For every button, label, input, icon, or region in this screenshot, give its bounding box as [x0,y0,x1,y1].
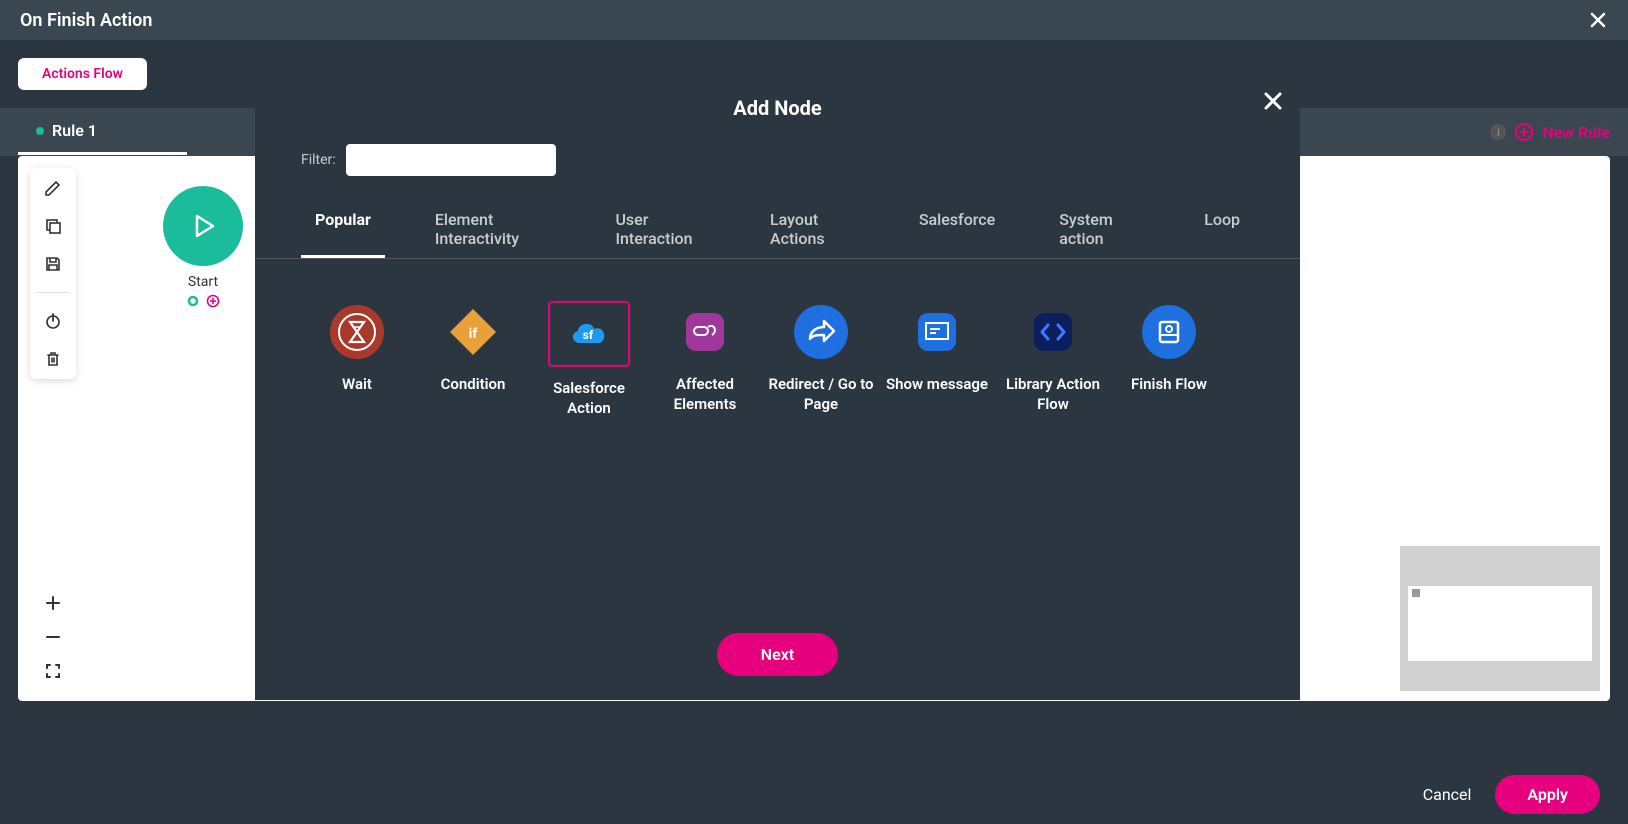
header-title: On Finish Action [20,10,152,31]
zoom-toolbar [30,585,76,689]
start-label: Start [188,274,218,290]
next-button[interactable]: Next [717,633,838,676]
message-icon [910,305,964,359]
nodes-grid: Wait if Condition sf Salesforce ActionAffect… [255,259,1300,418]
node-finish-flow[interactable]: Finish Flow [1113,301,1225,418]
new-rule-label: New Rule [1542,123,1610,142]
save-icon[interactable] [43,254,63,274]
category-tab-system-action[interactable]: System action [1045,200,1154,258]
filter-input[interactable] [346,144,556,176]
cloud-sf-icon: sf [562,307,616,361]
node-label: Wait [342,375,372,395]
edit-icon[interactable] [43,178,63,198]
node-label: Salesforce Action [533,379,645,418]
code-brackets-icon [1026,305,1080,359]
rule-status-dot [36,127,44,135]
start-plus-icon[interactable] [206,294,220,308]
node-label: Show message [886,375,988,395]
expand-icon[interactable] [43,661,63,681]
actions-flow-button[interactable]: Actions Flow [18,58,147,90]
left-toolbar [30,168,76,379]
node-condition[interactable]: if Condition [417,301,529,418]
node-label: Affected Elements [649,375,761,414]
hourglass-icon [330,305,384,359]
zoom-out-icon[interactable] [43,627,63,647]
category-tab-user-interaction[interactable]: User Interaction [601,200,720,258]
node-salesforce-action[interactable]: sf Salesforce Action [533,301,645,418]
delete-icon[interactable] [43,349,63,369]
filter-label: Filter: [301,152,336,168]
stop-icon [1142,305,1196,359]
plus-circle-icon [1514,122,1534,142]
minimap[interactable] [1400,546,1600,691]
hand-icon [678,305,732,359]
rule-tab[interactable]: Rule 1 [18,109,187,155]
new-rule-button[interactable]: i New Rule [1490,122,1610,142]
category-tab-element-interactivity[interactable]: Element Interactivity [421,200,566,258]
diamond-icon: if [446,305,500,359]
node-label: Finish Flow [1131,375,1207,395]
node-label: Condition [441,375,506,395]
modal-title: Add Node [255,96,1300,120]
node-label: Redirect / Go to Page [765,375,877,414]
modal-close-icon[interactable] [1262,90,1284,112]
info-icon: i [1490,124,1506,140]
node-affected-elements[interactable]: Affected Elements [649,301,761,418]
category-tab-loop[interactable]: Loop [1190,200,1254,258]
filter-row: Filter: [255,144,1300,200]
apply-button[interactable]: Apply [1495,775,1600,814]
start-circle[interactable] [163,186,243,266]
node-library-action-flow[interactable]: Library Action Flow [997,301,1109,418]
start-controls [186,294,220,308]
category-tab-salesforce[interactable]: Salesforce [905,200,1009,258]
category-tab-layout-actions[interactable]: Layout Actions [756,200,869,258]
node-label: Library Action Flow [997,375,1109,414]
arrow-share-icon [794,305,848,359]
copy-icon[interactable] [43,216,63,236]
node-redirect-go-to-page[interactable]: Redirect / Go to Page [765,301,877,418]
node-wait[interactable]: Wait [301,301,413,418]
start-node[interactable]: Start [163,186,243,308]
category-tab-popular[interactable]: Popular [301,200,385,258]
add-node-modal: Add Node Filter: Popular Element Interact… [255,80,1300,700]
svg-text:if: if [469,326,479,342]
node-show-message[interactable]: Show message [881,301,993,418]
zoom-in-icon[interactable] [43,593,63,613]
header: On Finish Action [0,0,1628,40]
toolbar-divider [37,292,69,293]
category-tabs: Popular Element Interactivity User Interac… [255,200,1300,259]
power-icon[interactable] [43,311,63,331]
play-icon [186,209,220,243]
close-icon[interactable] [1588,10,1608,30]
minimap-node [1412,589,1420,597]
rule-tab-label: Rule 1 [52,121,97,140]
cancel-button[interactable]: Cancel [1423,785,1472,804]
footer: Cancel Apply [0,764,1628,824]
start-ring-icon[interactable] [186,294,200,308]
svg-text:sf: sf [583,328,594,342]
minimap-view [1408,586,1592,661]
